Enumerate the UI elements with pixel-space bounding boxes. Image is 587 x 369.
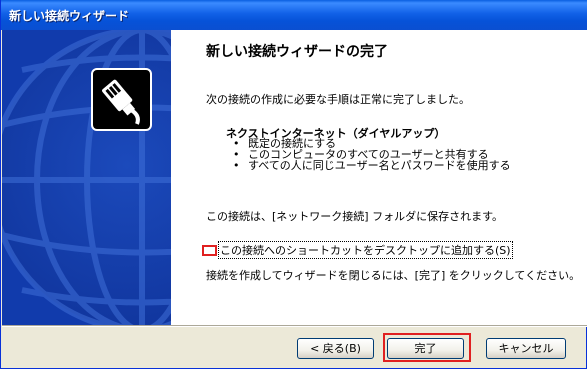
wizard-side-panel (2, 30, 171, 325)
network-cable-plug-icon (91, 68, 152, 131)
wizard-content: 新しい接続ウィザードの完了 次の接続の作成に必要な手順は正常に完了しました。 ネ… (171, 30, 587, 325)
detail-item: すべての人に同じユーザー名とパスワードを使用する (233, 160, 511, 171)
shortcut-checkbox[interactable] (202, 244, 217, 256)
connection-details: 既定の接続にする このコンピュータのすべてのユーザーと共有する すべての人に同じ… (233, 138, 511, 171)
back-button[interactable]: < 戻る(B) (297, 338, 374, 359)
shortcut-option[interactable]: この接続へのショートカットをデスクトップに追加する(S) (202, 241, 513, 259)
footer-divider (2, 325, 587, 327)
shortcut-checkbox-label[interactable]: この接続へのショートカットをデスクトップに追加する(S) (218, 241, 513, 259)
intro-text: 次の接続の作成に必要な手順は正常に完了しました。 (206, 93, 470, 106)
finish-instruction: 接続を作成してウィザードを閉じるには、[完了] をクリックしてください。 (206, 269, 581, 282)
cancel-button[interactable]: キャンセル (486, 338, 566, 359)
finish-button[interactable]: 完了 (387, 338, 464, 359)
title-bar[interactable]: 新しい接続ウィザード (1, 0, 587, 30)
page-title: 新しい接続ウィザードの完了 (206, 44, 388, 60)
wizard-window: 新しい接続ウィザード 新しい接続ウィザードの完了 次の接続の作成に必要な手順は正… (0, 0, 587, 369)
window-title: 新しい接続ウィザード (9, 9, 130, 23)
saved-location-note: この接続は、[ネットワーク接続] フォルダに保存されます。 (206, 210, 503, 223)
